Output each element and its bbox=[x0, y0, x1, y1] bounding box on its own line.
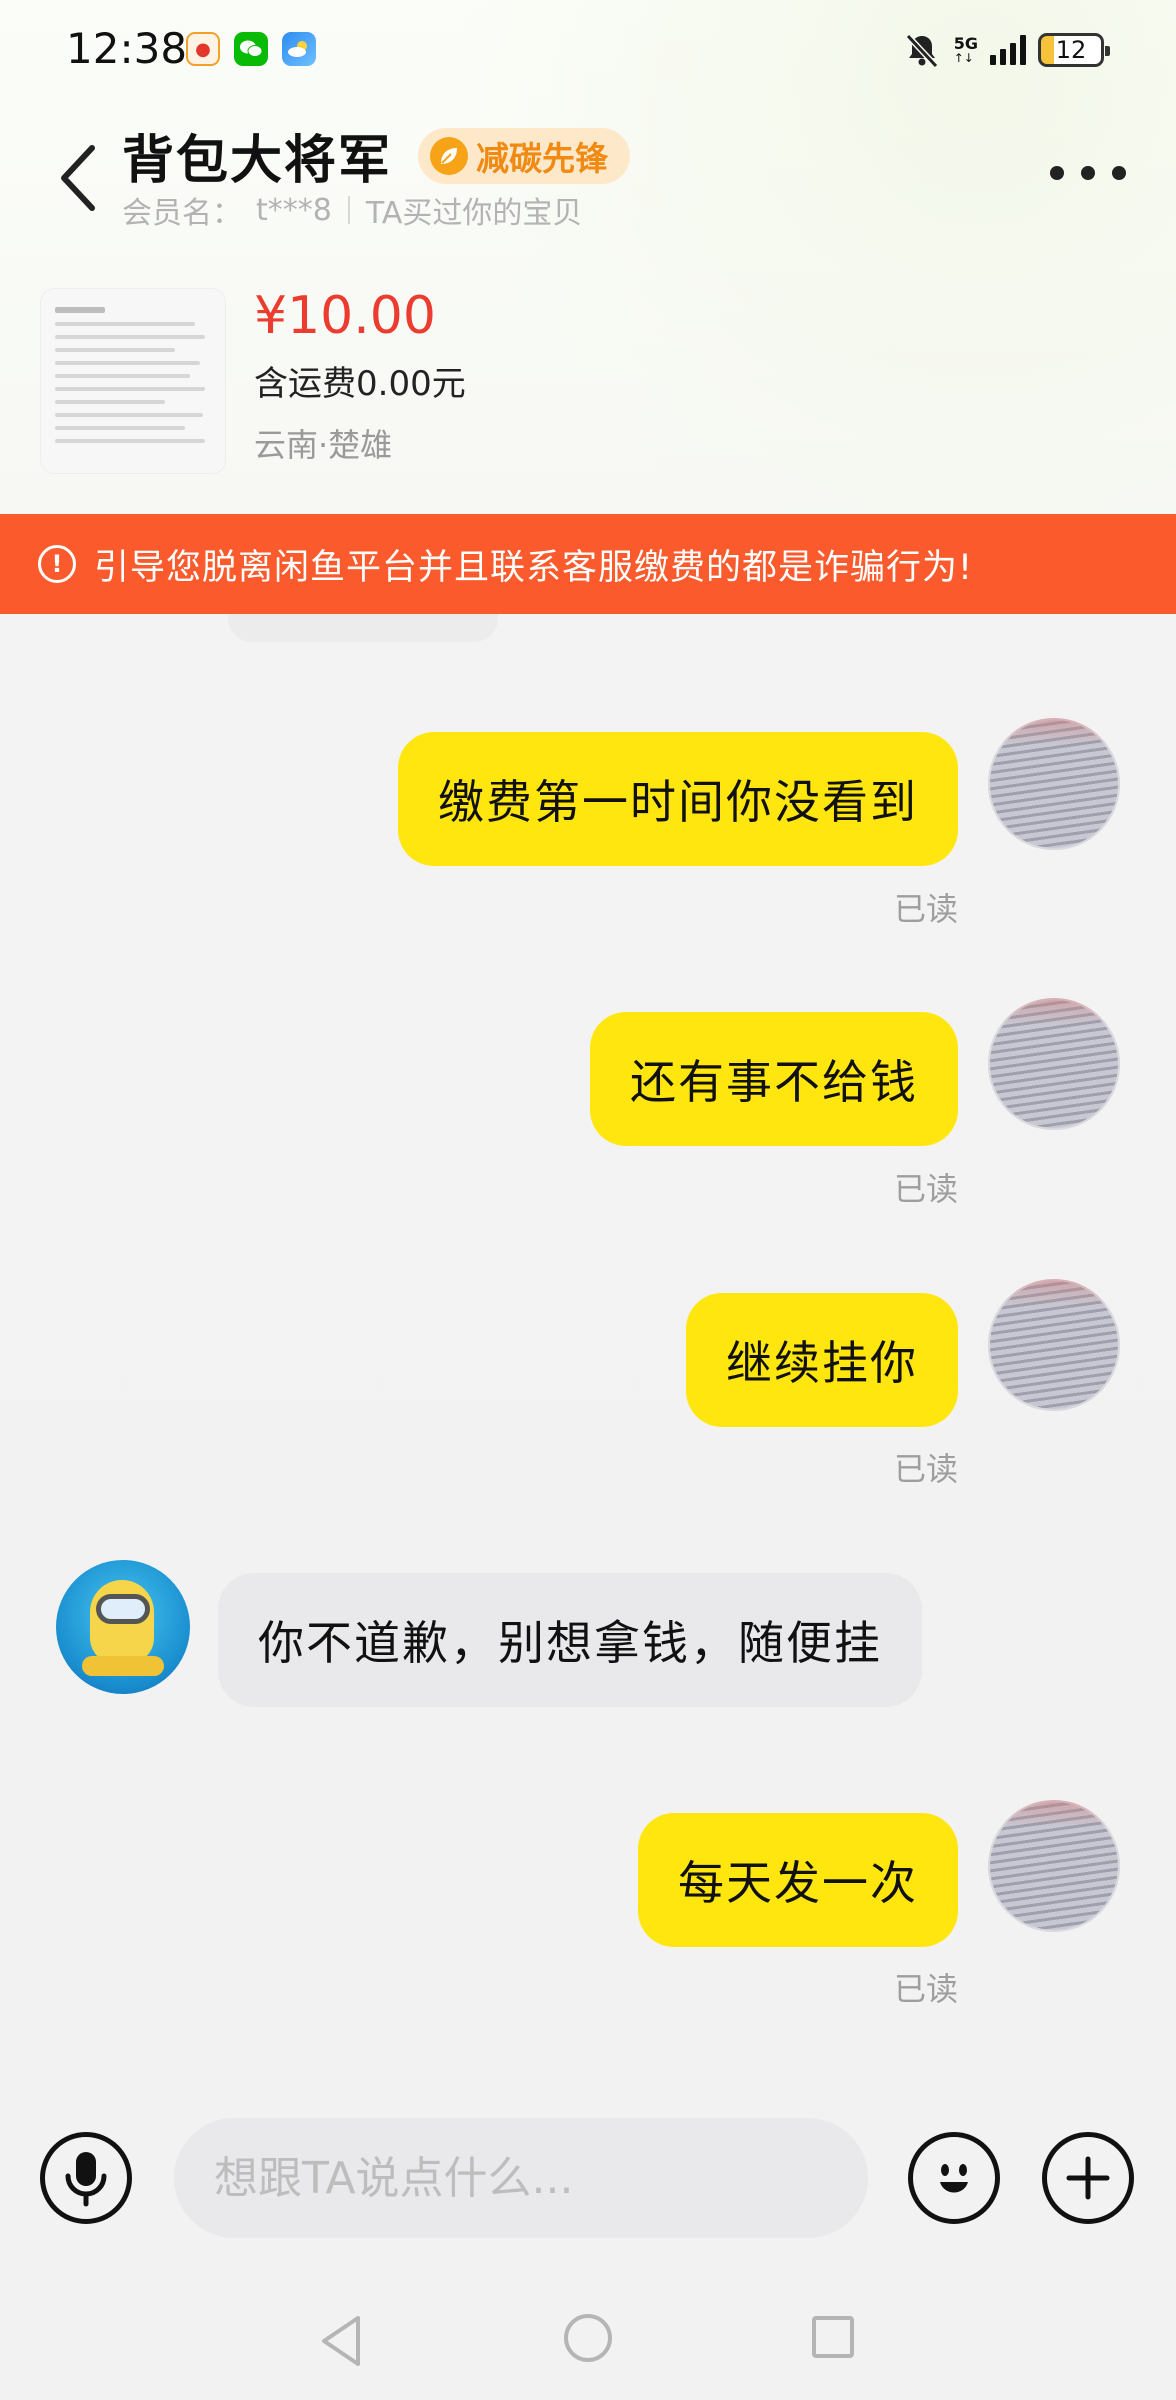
status-time: 12:38 bbox=[66, 24, 188, 73]
more-options-icon[interactable] bbox=[1050, 158, 1126, 188]
seller-avatar[interactable] bbox=[56, 1560, 190, 1694]
eco-badge[interactable]: 减碳先锋 bbox=[418, 128, 630, 184]
shipping-fee: 含运费0.00元 bbox=[254, 364, 466, 404]
message-input[interactable] bbox=[174, 2118, 868, 2238]
nav-recent-apps-icon[interactable] bbox=[812, 2316, 854, 2358]
product-location: 云南·楚雄 bbox=[254, 426, 393, 464]
outgoing-message[interactable]: 还有事不给钱 bbox=[590, 1012, 958, 1146]
seller-name[interactable]: 背包大将军 bbox=[122, 118, 392, 193]
signal-icon bbox=[990, 35, 1026, 65]
product-price: ¥10.00 bbox=[254, 286, 436, 346]
outgoing-message[interactable]: 缴费第一时间你没看到 bbox=[398, 732, 958, 866]
back-icon[interactable] bbox=[54, 140, 104, 216]
emoji-button[interactable] bbox=[908, 2132, 1000, 2224]
network-label: 5G bbox=[953, 34, 978, 53]
my-avatar[interactable] bbox=[988, 1279, 1120, 1411]
wechat-icon bbox=[234, 32, 268, 66]
product-thumbnail[interactable] bbox=[40, 288, 226, 474]
warning-text: 引导您脱离闲鱼平台并且联系客服缴费的都是诈骗行为! bbox=[94, 547, 974, 588]
nav-home-icon[interactable] bbox=[564, 2314, 612, 2362]
fraud-warning-banner: ! 引导您脱离闲鱼平台并且联系客服缴费的都是诈骗行为! bbox=[0, 514, 1176, 614]
nav-back-icon[interactable] bbox=[318, 2314, 366, 2368]
read-status: 已读 bbox=[893, 1970, 958, 2008]
read-status: 已读 bbox=[893, 1450, 958, 1488]
my-avatar[interactable] bbox=[988, 718, 1120, 850]
weibo-icon: ● bbox=[186, 32, 220, 66]
relation-label: TA买过你的宝贝 bbox=[365, 196, 583, 231]
member-info: 会员名： t***8 TA买过你的宝贝 bbox=[122, 188, 582, 232]
member-name: t***8 bbox=[256, 192, 332, 228]
status-indicators: 5G ↑↓ 12 bbox=[902, 30, 1110, 70]
leaf-icon bbox=[430, 137, 468, 175]
eco-badge-label: 减碳先锋 bbox=[476, 139, 608, 178]
member-label: 会员名： bbox=[122, 196, 242, 231]
bell-off-icon bbox=[905, 33, 938, 69]
read-status: 已读 bbox=[893, 890, 958, 928]
previous-message-fragment bbox=[228, 614, 498, 642]
outgoing-message[interactable]: 继续挂你 bbox=[686, 1293, 958, 1427]
microphone-icon bbox=[65, 2152, 107, 2207]
read-status: 已读 bbox=[893, 1170, 958, 1208]
divider bbox=[347, 196, 350, 224]
system-nav-bar bbox=[0, 2290, 1176, 2400]
weather-icon bbox=[282, 32, 316, 66]
more-actions-button[interactable] bbox=[1042, 2132, 1134, 2224]
message-list[interactable]: 缴费第一时间你没看到 已读 还有事不给钱 已读 继续挂你 已读 你不道歉，别想拿… bbox=[0, 614, 1176, 2064]
network-indicator: 5G ↑↓ bbox=[953, 34, 978, 65]
my-avatar[interactable] bbox=[988, 1800, 1120, 1932]
my-avatar[interactable] bbox=[988, 998, 1120, 1130]
chat-header: 背包大将军 减碳先锋 会员名： t***8 TA买过你的宝贝 bbox=[0, 110, 1176, 240]
incoming-message[interactable]: 你不道歉，别想拿钱，随便挂 bbox=[218, 1573, 922, 1707]
status-bar: 12:38 ● 5G ↑↓ 12 bbox=[0, 0, 1176, 100]
warning-icon: ! bbox=[38, 545, 76, 583]
plus-icon bbox=[1066, 2156, 1110, 2200]
outgoing-message[interactable]: 每天发一次 bbox=[638, 1813, 958, 1947]
input-bar bbox=[0, 2100, 1176, 2260]
battery-level: 12 bbox=[1055, 36, 1087, 64]
product-card[interactable]: ¥10.00 含运费0.00元 云南·楚雄 bbox=[0, 280, 1176, 510]
smiley-icon bbox=[940, 2164, 968, 2193]
voice-button[interactable] bbox=[40, 2132, 132, 2224]
battery-icon: 12 bbox=[1038, 33, 1110, 67]
